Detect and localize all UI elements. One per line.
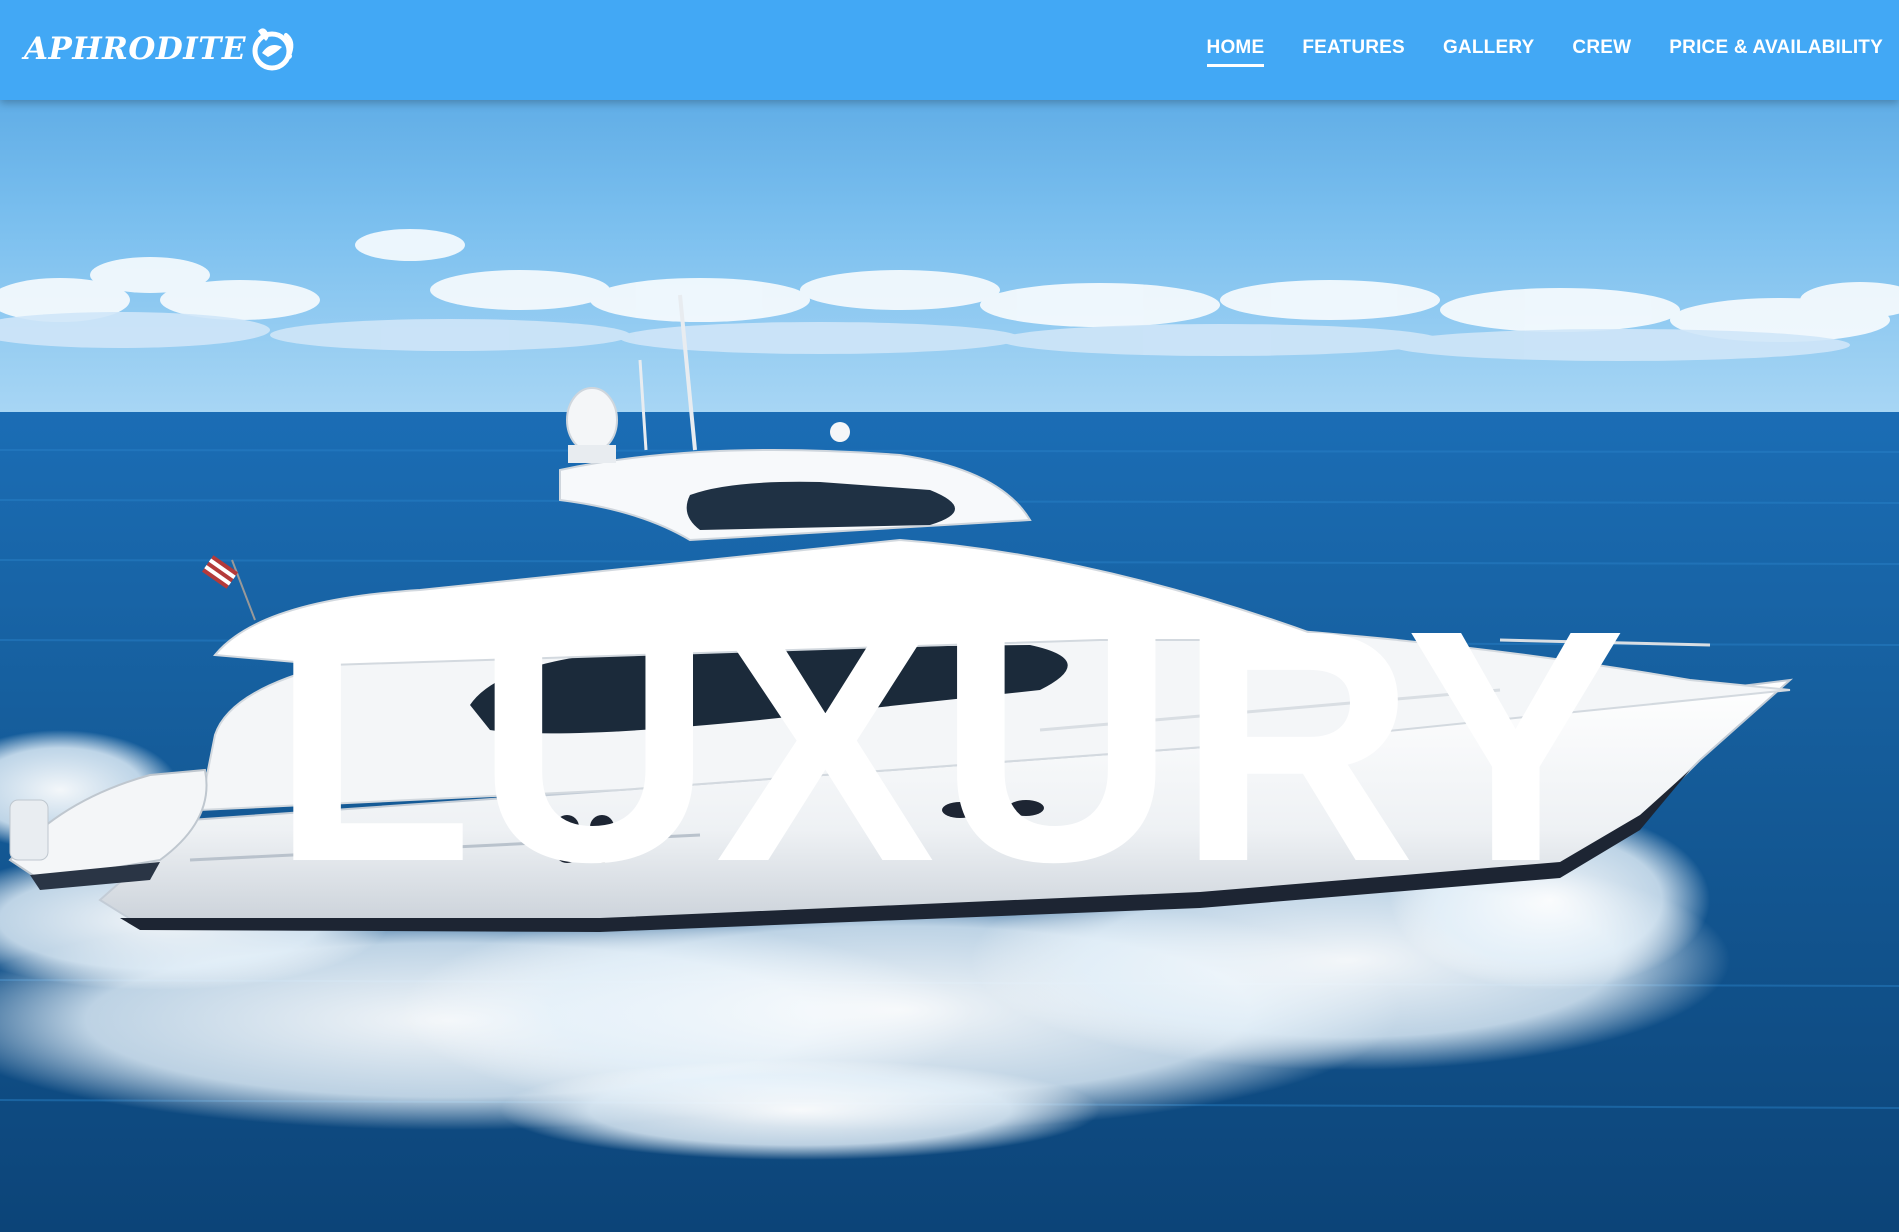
nav-item-price-availability[interactable]: PRICE & AVAILABILITY	[1669, 37, 1883, 63]
hero-section	[0, 0, 1899, 1232]
nav-item-gallery[interactable]: GALLERY	[1443, 37, 1534, 63]
top-navbar: APHRODITE HOME FEATURES GALLERY CREW PRI…	[0, 0, 1899, 100]
nav-item-home[interactable]: HOME	[1206, 37, 1265, 67]
nav-item-features[interactable]: FEATURES	[1302, 37, 1405, 63]
nav-item-crew[interactable]: CREW	[1572, 37, 1631, 63]
main-nav: HOME FEATURES GALLERY CREW PRICE & AVAIL…	[1206, 0, 1883, 100]
brand-name: APHRODITE	[24, 30, 246, 67]
mermaid-icon	[252, 28, 294, 71]
hero-background-image	[0, 0, 1899, 1232]
page: APHRODITE HOME FEATURES GALLERY CREW PRI…	[0, 0, 1899, 1232]
brand-logo[interactable]: APHRODITE	[24, 22, 300, 76]
